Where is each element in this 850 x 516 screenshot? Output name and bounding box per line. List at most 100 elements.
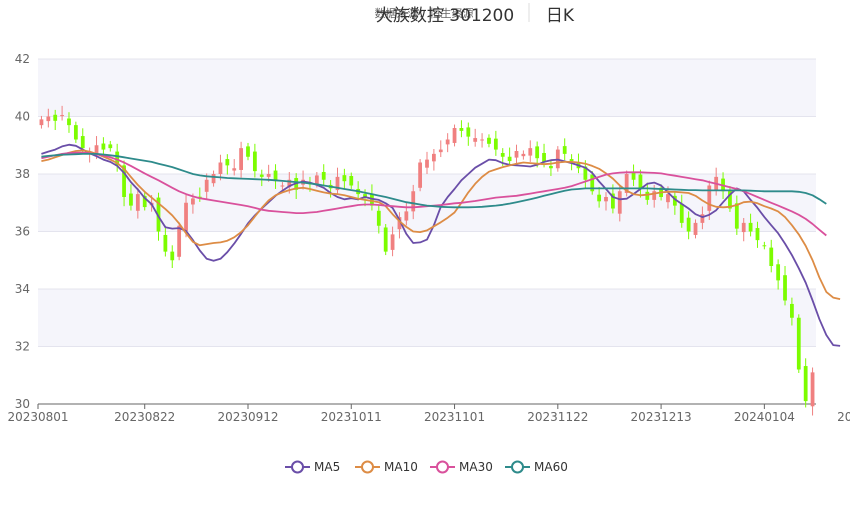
candle bbox=[507, 147, 512, 166]
y-tick-label: 42 bbox=[15, 52, 30, 66]
candle-body bbox=[535, 146, 540, 159]
candle-body bbox=[734, 203, 739, 229]
candle-body bbox=[617, 191, 622, 214]
candle bbox=[562, 138, 567, 161]
candle-body bbox=[700, 214, 705, 223]
candle-body bbox=[431, 153, 436, 162]
candle bbox=[776, 259, 781, 290]
x-tick-label: 20230822 bbox=[114, 410, 175, 424]
candle bbox=[762, 241, 767, 250]
legend-item-ma5[interactable]: MA5 bbox=[285, 460, 340, 474]
candle-body bbox=[80, 136, 85, 149]
candle-body bbox=[349, 176, 354, 186]
candle bbox=[803, 358, 808, 408]
candle-body bbox=[666, 194, 670, 203]
chart-legend[interactable]: MA5 MA10 MA30 MA60 bbox=[285, 460, 568, 474]
legend-marker-icon bbox=[511, 460, 524, 474]
candle bbox=[796, 314, 801, 373]
legend-item-ma30[interactable]: MA30 bbox=[430, 460, 493, 474]
candle-body bbox=[493, 138, 498, 150]
candlestick-series bbox=[39, 105, 815, 416]
candle-body bbox=[803, 366, 808, 402]
legend-item-ma10[interactable]: MA10 bbox=[355, 460, 418, 474]
candle bbox=[452, 124, 457, 147]
candle-body bbox=[741, 222, 746, 233]
x-tick-label: 20231101 bbox=[424, 410, 485, 424]
candle-body bbox=[707, 185, 712, 211]
candle bbox=[87, 147, 92, 163]
candle-body bbox=[769, 247, 774, 266]
candle-body bbox=[204, 179, 209, 192]
candle-body bbox=[755, 228, 760, 241]
plot-background-bands bbox=[38, 59, 816, 347]
y-tick-label: 36 bbox=[15, 225, 30, 239]
candle bbox=[810, 367, 815, 416]
candle bbox=[487, 134, 491, 148]
candle-body bbox=[790, 303, 794, 318]
candle-body bbox=[521, 153, 526, 157]
candle-body bbox=[645, 191, 650, 200]
candle bbox=[480, 133, 484, 148]
candle-body bbox=[232, 168, 237, 171]
chart-title: 大族数控 301200 bbox=[376, 6, 514, 26]
x-tick-label: 20231213 bbox=[631, 410, 692, 424]
legend-label: MA10 bbox=[384, 460, 418, 474]
candle-body bbox=[177, 225, 182, 257]
candle-body bbox=[507, 156, 512, 162]
candlestick-chart: 数据来源：恒生聚源 大族数控 301200 日K 30323436384042 … bbox=[7, 3, 850, 474]
candle bbox=[473, 128, 478, 147]
candle bbox=[521, 150, 526, 160]
candle-body bbox=[796, 317, 801, 370]
candle bbox=[769, 239, 774, 273]
candle bbox=[528, 140, 533, 162]
candle-body bbox=[73, 125, 78, 140]
candle-body bbox=[321, 171, 326, 180]
candle-body bbox=[631, 172, 636, 180]
chart-period-label: 日K bbox=[546, 6, 575, 26]
legend-marker-icon bbox=[291, 460, 304, 474]
candle-body bbox=[783, 275, 787, 301]
candle bbox=[39, 115, 44, 129]
candle-body bbox=[218, 162, 223, 174]
candle-body bbox=[314, 175, 319, 185]
candle-body bbox=[810, 372, 815, 407]
legend-label: MA30 bbox=[459, 460, 493, 474]
candle bbox=[170, 245, 175, 269]
candle-body bbox=[452, 128, 457, 143]
legend-marker-icon bbox=[361, 460, 374, 474]
x-tick-label: 20240104 bbox=[734, 410, 795, 424]
y-tick-label: 38 bbox=[15, 167, 30, 181]
candle-body bbox=[67, 118, 71, 126]
candle bbox=[514, 144, 519, 166]
candle-body bbox=[500, 153, 505, 157]
legend-item-ma60[interactable]: MA60 bbox=[505, 460, 568, 474]
candle-body bbox=[776, 264, 781, 281]
legend-label: MA5 bbox=[314, 460, 340, 474]
candle-body bbox=[135, 194, 140, 211]
y-tick-label: 32 bbox=[15, 340, 30, 354]
y-tick-label: 40 bbox=[15, 110, 30, 124]
plot-band bbox=[38, 289, 816, 347]
candle bbox=[383, 224, 388, 256]
candle bbox=[493, 130, 498, 156]
candle-body bbox=[487, 137, 491, 144]
candle-body bbox=[480, 139, 484, 141]
candle-body bbox=[191, 198, 195, 205]
candle-body bbox=[383, 227, 388, 252]
x-tick-label: 20231122 bbox=[527, 410, 588, 424]
candle bbox=[73, 121, 78, 143]
candle-body bbox=[693, 222, 698, 235]
candle-body bbox=[762, 245, 767, 247]
candle-body bbox=[101, 143, 106, 150]
candle bbox=[232, 159, 237, 176]
candle-body bbox=[466, 127, 471, 137]
candle-body bbox=[53, 114, 58, 121]
candle-body bbox=[390, 234, 395, 250]
candle-body bbox=[225, 159, 230, 166]
candle bbox=[418, 159, 423, 192]
candle-body bbox=[438, 149, 443, 153]
candle-body bbox=[129, 193, 133, 206]
y-tick-label: 34 bbox=[15, 282, 30, 296]
candle-body bbox=[597, 194, 602, 202]
candle-body bbox=[60, 115, 64, 117]
